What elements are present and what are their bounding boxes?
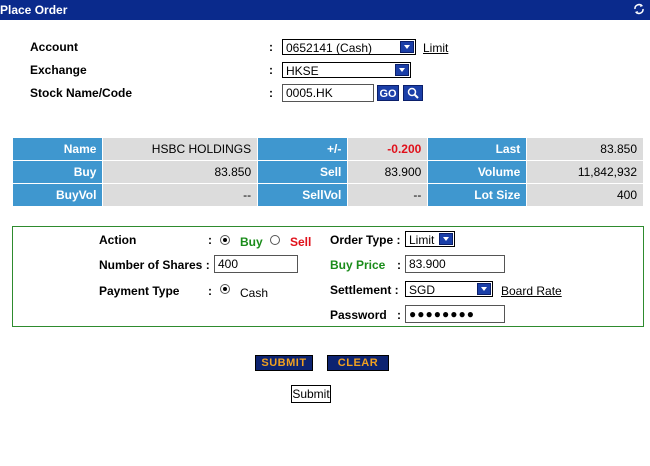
- order-type-select[interactable]: Limit: [405, 231, 455, 247]
- board-rate-link[interactable]: Board Rate: [501, 284, 562, 298]
- payment-colon: :: [208, 284, 212, 298]
- cash-radio[interactable]: [220, 284, 230, 294]
- window-title: Place Order: [0, 3, 68, 17]
- buy-radio[interactable]: [220, 235, 230, 245]
- sell-label: Sell: [290, 235, 312, 249]
- password-colon: :: [397, 308, 401, 322]
- payment-label: Payment Type: [99, 284, 180, 298]
- quote-header-cell: Last: [427, 137, 528, 161]
- chevron-down-icon[interactable]: [439, 233, 453, 245]
- password-label: Password: [330, 308, 387, 322]
- exchange-label: Exchange: [30, 63, 87, 77]
- go-button[interactable]: GO: [377, 85, 399, 101]
- cash-label: Cash: [240, 286, 269, 300]
- shares-label: Number of Shares :: [99, 258, 210, 272]
- quote-header-cell: Buy: [11, 160, 104, 184]
- quote-header-cell: Lot Size: [427, 183, 528, 207]
- quote-value-cell: HSBC HOLDINGS: [102, 137, 259, 161]
- quote-value-cell: --: [347, 183, 429, 207]
- order-type-value: Limit: [409, 233, 435, 247]
- quote-value-cell: 11,842,932: [526, 160, 644, 184]
- action-label: Action: [99, 233, 137, 247]
- chevron-down-icon[interactable]: [400, 41, 414, 53]
- settlement-select[interactable]: SGD: [405, 281, 493, 297]
- buy-price-colon: :: [397, 258, 401, 272]
- quote-header-cell: +/-: [257, 137, 349, 161]
- account-value: 0652141 (Cash): [286, 41, 373, 55]
- submit-plain-button[interactable]: Submit: [291, 385, 331, 403]
- quote-header-cell: Sell: [257, 160, 349, 184]
- shares-input[interactable]: 400: [214, 255, 298, 273]
- stock-input[interactable]: 0005.HK: [282, 84, 374, 102]
- quote-header-cell: SellVol: [257, 183, 349, 207]
- title-bar: Place Order: [0, 0, 650, 20]
- quote-value-cell: 400: [526, 183, 644, 207]
- quote-table: Name HSBC HOLDINGS +/- -0.200 Last 83.850 Buy 8…: [11, 137, 644, 207]
- exchange-select[interactable]: HKSE: [282, 62, 411, 78]
- quote-value-cell: --: [102, 183, 259, 207]
- buy-price-label: Buy Price: [330, 258, 386, 272]
- chevron-down-icon[interactable]: [477, 283, 491, 295]
- order-type-label: Order Type :: [330, 233, 401, 247]
- search-button[interactable]: [403, 85, 423, 101]
- refresh-icon[interactable]: [632, 3, 646, 17]
- stock-colon: :: [269, 86, 273, 100]
- submit-button[interactable]: SUBMIT: [255, 355, 313, 371]
- clear-button[interactable]: CLEAR: [327, 355, 389, 371]
- quote-value-cell: -0.200: [347, 137, 429, 161]
- quote-value-cell: 83.900: [347, 160, 429, 184]
- buy-price-input[interactable]: 83.900: [405, 255, 505, 273]
- quote-value-cell: 83.850: [526, 137, 644, 161]
- account-colon: :: [269, 40, 273, 54]
- sell-radio[interactable]: [270, 235, 280, 245]
- quote-row: BuyVol -- SellVol -- Lot Size 400: [11, 183, 644, 207]
- account-select[interactable]: 0652141 (Cash): [282, 39, 416, 55]
- quote-header-cell: Name: [11, 137, 104, 161]
- quote-row: Buy 83.850 Sell 83.900 Volume 11,842,932: [11, 160, 644, 184]
- quote-value-cell: 83.850: [102, 160, 259, 184]
- quote-header-cell: BuyVol: [11, 183, 104, 207]
- limit-link[interactable]: Limit: [423, 41, 448, 55]
- settlement-value: SGD: [409, 283, 436, 297]
- buy-label: Buy: [240, 235, 263, 249]
- search-icon: [407, 87, 419, 99]
- password-input[interactable]: ●●●●●●●●: [405, 305, 505, 323]
- settlement-label: Settlement :: [330, 283, 399, 297]
- action-colon: :: [208, 233, 212, 247]
- chevron-down-icon[interactable]: [395, 64, 409, 76]
- quote-header-cell: Volume: [427, 160, 528, 184]
- quote-row: Name HSBC HOLDINGS +/- -0.200 Last 83.850: [11, 137, 644, 161]
- stock-label: Stock Name/Code: [30, 86, 133, 100]
- account-label: Account: [30, 40, 78, 54]
- exchange-colon: :: [269, 63, 273, 77]
- exchange-value: HKSE: [286, 64, 319, 78]
